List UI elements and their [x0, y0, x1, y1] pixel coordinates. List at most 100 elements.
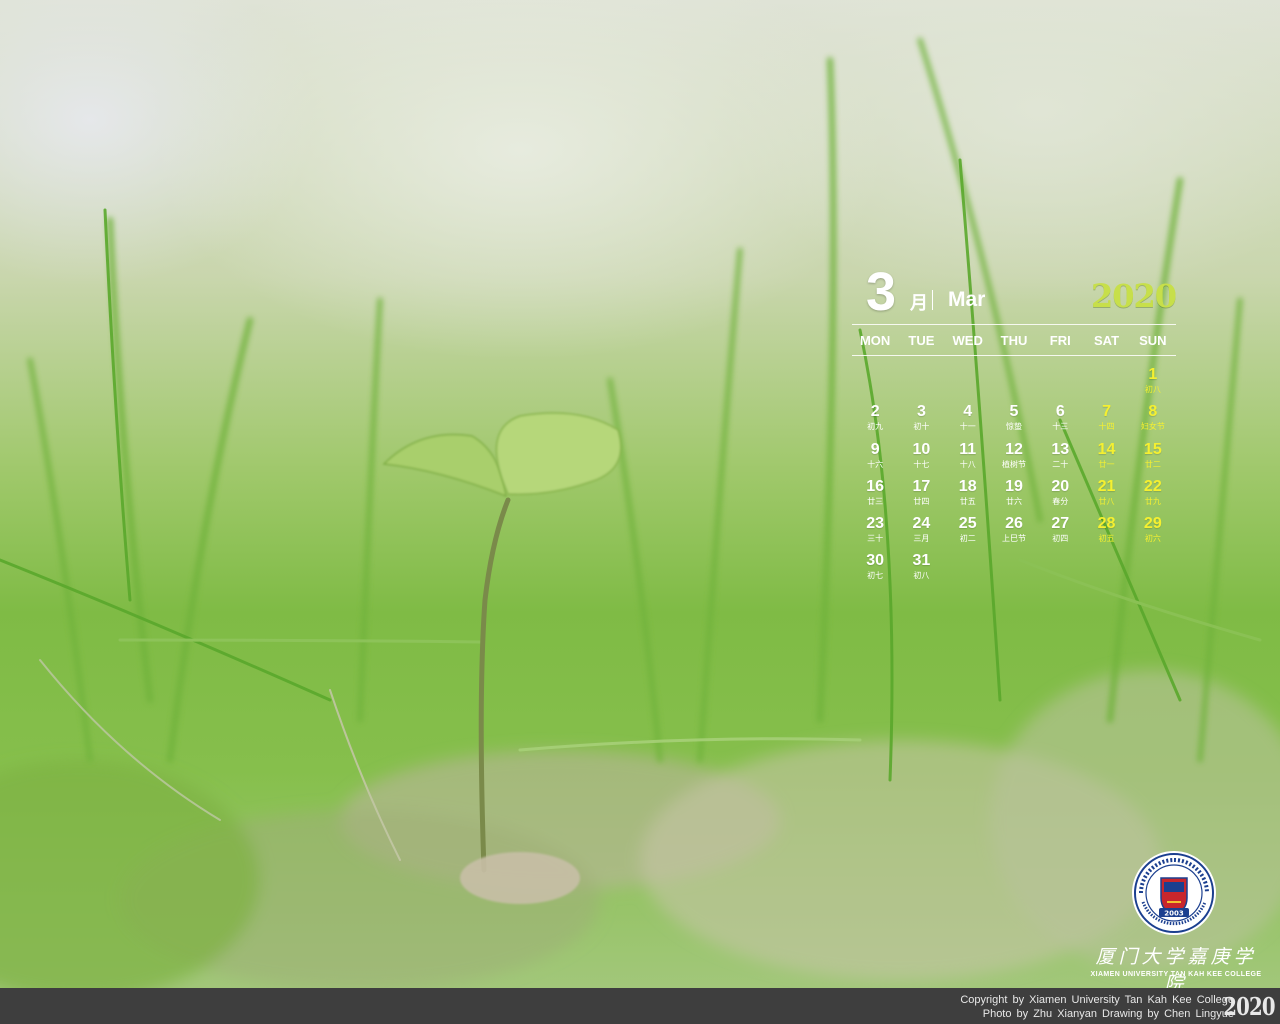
calendar-day-cell: 11 十八: [945, 441, 991, 478]
day-number: 20: [1051, 477, 1070, 495]
month-divider: [932, 290, 933, 310]
day-number: 12: [1005, 440, 1023, 458]
lunar-date-label: 春分: [1052, 496, 1069, 506]
day-number: 21: [1097, 477, 1116, 495]
weekday-thu: THU: [1000, 332, 1028, 348]
day-number: 6: [1055, 403, 1065, 421]
footer-bar: Copyright by Xiamen University Tan Kah K…: [0, 988, 1280, 1024]
photo-credit-text: Photo by Zhu Xianyan Drawing by Chen Lin…: [982, 1008, 1234, 1020]
calendar-empty-cell: [945, 366, 991, 403]
footer-year: 2020: [1223, 992, 1276, 1021]
calendar-day-cell: 30 初七: [852, 552, 898, 589]
day-number: 3: [916, 403, 926, 421]
calendar-day-cell: 13 二十: [1037, 441, 1083, 478]
calendar-header: 3 月 Mar 2020: [852, 262, 1177, 324]
lunar-date-label: 初十: [913, 422, 930, 432]
day-number: 2: [870, 403, 880, 421]
lunar-date-label: 廿六: [1005, 496, 1022, 506]
calendar-day-cell: 14 廿一: [1083, 441, 1129, 478]
lunar-date-label: 初六: [1144, 534, 1161, 544]
day-number: 15: [1143, 440, 1162, 458]
calendar-empty-cell: [898, 366, 944, 403]
day-number: 18: [958, 477, 977, 495]
weekday-sun: SUN: [1139, 332, 1167, 348]
day-number: 13: [1051, 440, 1070, 458]
calendar-day-cell: 3 初十: [898, 403, 944, 440]
day-number: 8: [1148, 403, 1158, 421]
day-number: 4: [963, 403, 973, 421]
day-number: 9: [870, 440, 880, 458]
college-english-name: XIAMEN UNIVERSITY TAN KAH KEE COLLEGE: [1090, 971, 1262, 978]
day-number: 30: [866, 552, 885, 570]
calendar-grid: 1 初八 2 初九 3 初十 4 十一 5 惊蛰 6 十三 7 十四 8 妇女节 9 十六 10 十七 11 十八 12 植树…: [852, 356, 1176, 590]
calendar: 3 月 Mar 2020 MON TUE WED THU FRI SAT SUN…: [852, 262, 1177, 590]
calendar-week-row: 30 初七 31 初八: [852, 552, 1176, 589]
day-number: 27: [1051, 515, 1070, 533]
calendar-day-cell: 21 廿八: [1083, 478, 1129, 515]
day-number: 1: [1148, 366, 1158, 383]
calendar-week-row: 1 初八: [852, 366, 1176, 403]
month-english-label: Mar: [948, 288, 986, 311]
day-number: 16: [866, 477, 885, 495]
lunar-date-label: 妇女节: [1140, 422, 1165, 432]
calendar-empty-cell: [991, 366, 1037, 403]
lunar-date-label: 廿二: [1144, 459, 1161, 469]
lunar-date-label: 廿一: [1098, 459, 1115, 469]
month-number: 3: [866, 262, 897, 322]
calendar-day-cell: 20 春分: [1037, 478, 1083, 515]
lunar-date-label: 初八: [913, 571, 930, 581]
calendar-day-cell: 6 十三: [1037, 403, 1083, 440]
calendar-day-cell: 29 初六: [1130, 515, 1176, 552]
calendar-day-cell: 23 三十: [852, 515, 898, 552]
calendar-day-cell: 17 廿四: [898, 478, 944, 515]
calendar-day-cell: 7 十四: [1083, 403, 1129, 440]
calendar-week-row: 16 廿三 17 廿四 18 廿五 19 廿六 20 春分 21 廿八 22 廿九: [852, 478, 1176, 515]
lunar-date-label: 初五: [1098, 534, 1115, 544]
lunar-date-label: 初八: [1144, 385, 1161, 394]
calendar-day-cell: 22 廿九: [1130, 478, 1176, 515]
calendar-empty-cell: [1083, 366, 1129, 403]
logo-year: 2003: [1164, 910, 1184, 918]
copyright-text: Copyright by Xiamen University Tan Kah K…: [960, 994, 1234, 1006]
lunar-date-label: 惊蛰: [1005, 422, 1022, 432]
calendar-day-cell: 27 初四: [1037, 515, 1083, 552]
calendar-day-cell: 8 妇女节: [1130, 403, 1176, 440]
weekday-sat: SAT: [1094, 332, 1120, 348]
lunar-date-label: 廿九: [1144, 496, 1161, 506]
day-number: 31: [912, 552, 931, 570]
day-number: 5: [1009, 403, 1019, 421]
lunar-date-label: 上巳节: [1001, 534, 1026, 544]
weekday-fri: FRI: [1049, 332, 1071, 348]
calendar-year: 2020: [1090, 277, 1177, 315]
calendar-week-row: 9 十六 10 十七 11 十八 12 植树节 13 二十 14 廿一 15 廿二: [852, 441, 1176, 478]
day-number: 22: [1143, 477, 1162, 495]
lunar-date-label: 初九: [867, 422, 884, 432]
day-number: 7: [1102, 403, 1111, 421]
lunar-date-label: 廿八: [1098, 496, 1115, 506]
lunar-date-label: 廿三: [867, 496, 884, 506]
day-number: 24: [912, 515, 931, 533]
calendar-day-cell: 31 初八: [898, 552, 944, 589]
lunar-date-label: 十七: [913, 459, 930, 469]
weekday-tue: TUE: [908, 332, 935, 348]
day-number: 25: [958, 515, 977, 533]
calendar-empty-cell: [991, 552, 1037, 589]
lunar-date-label: 初七: [867, 571, 884, 581]
calendar-week-row: 2 初九 3 初十 4 十一 5 惊蛰 6 十三 7 十四 8 妇女节: [852, 403, 1176, 440]
calendar-day-cell: 10 十七: [898, 441, 944, 478]
calendar-empty-cell: [1130, 552, 1176, 589]
day-number: 23: [866, 515, 885, 533]
day-number: 19: [1005, 477, 1023, 495]
calendar-day-cell: 18 廿五: [945, 478, 991, 515]
day-number: 17: [912, 477, 931, 495]
lunar-date-label: 十四: [1098, 422, 1115, 432]
lunar-date-label: 廿五: [959, 496, 976, 506]
day-number: 10: [912, 440, 931, 458]
calendar-day-cell: 24 三月: [898, 515, 944, 552]
college-seal-icon: 2003: [1132, 851, 1216, 935]
calendar-day-cell: 15 廿二: [1130, 441, 1176, 478]
calendar-empty-cell: [1037, 552, 1083, 589]
calendar-day-cell: 26 上巳节: [991, 515, 1037, 552]
lunar-date-label: 三月: [913, 534, 930, 544]
day-number: 28: [1097, 515, 1116, 533]
